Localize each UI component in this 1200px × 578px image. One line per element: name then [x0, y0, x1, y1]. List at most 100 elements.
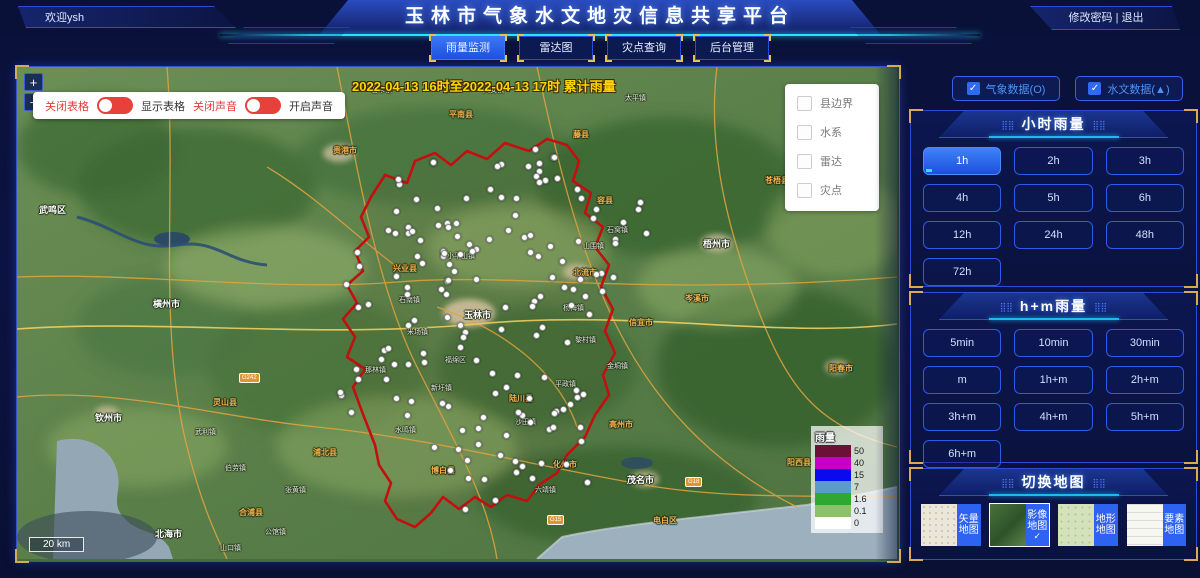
map-option-vector[interactable]: 矢量地图	[921, 504, 981, 546]
rain-station-dot[interactable]	[383, 376, 390, 383]
rain-station-dot[interactable]	[492, 497, 499, 504]
hm-button-m[interactable]: m	[923, 366, 1001, 394]
rain-station-dot[interactable]	[487, 186, 494, 193]
hourly-button-1h[interactable]: 1h	[923, 147, 1001, 175]
map-canvas[interactable]: 武鸣区横州市梧州市玉林市钦州市北海市茂名市罗定市贵港市平南县藤县苍梧县容县北流市…	[17, 67, 899, 561]
rain-station-dot[interactable]	[409, 228, 416, 235]
rain-station-dot[interactable]	[564, 339, 571, 346]
rain-station-dot[interactable]	[554, 175, 561, 182]
rain-station-dot[interactable]	[643, 230, 650, 237]
rain-station-dot[interactable]	[512, 458, 519, 465]
hourly-button-2h[interactable]: 2h	[1014, 147, 1092, 175]
map-option-feature[interactable]: 要素地图	[1127, 504, 1187, 546]
rain-station-dot[interactable]	[404, 412, 411, 419]
layer-checkbox-2[interactable]	[797, 154, 812, 169]
rain-station-dot[interactable]	[473, 357, 480, 364]
rain-station-dot[interactable]	[356, 263, 363, 270]
rain-station-dot[interactable]	[575, 238, 582, 245]
hm-button-4h+m[interactable]: 4h+m	[1014, 403, 1092, 431]
rain-station-dot[interactable]	[431, 444, 438, 451]
rain-station-dot[interactable]	[480, 414, 487, 421]
rain-station-dot[interactable]	[498, 326, 505, 333]
rain-station-dot[interactable]	[527, 249, 534, 256]
map-option-terrain[interactable]: 地形地图	[1058, 504, 1118, 546]
rain-station-dot[interactable]	[512, 212, 519, 219]
rain-station-dot[interactable]	[527, 419, 534, 426]
map-option-image[interactable]: 影像地图✓	[990, 504, 1050, 546]
hourly-button-48h[interactable]: 48h	[1106, 221, 1184, 249]
rain-station-dot[interactable]	[635, 206, 642, 213]
nav-tab-2[interactable]: 灾点查询	[607, 36, 681, 60]
rain-station-dot[interactable]	[354, 249, 361, 256]
rain-station-dot[interactable]	[541, 374, 548, 381]
rain-station-dot[interactable]	[599, 288, 606, 295]
rain-station-dot[interactable]	[536, 179, 543, 186]
rain-station-dot[interactable]	[355, 376, 362, 383]
hm-button-2h+m[interactable]: 2h+m	[1106, 366, 1184, 394]
rain-station-dot[interactable]	[580, 391, 587, 398]
layer-checkbox-3[interactable]	[797, 183, 812, 198]
rain-station-dot[interactable]	[405, 322, 412, 329]
hourly-button-4h[interactable]: 4h	[923, 184, 1001, 212]
hm-button-6h+m[interactable]: 6h+m	[923, 440, 1001, 468]
hourly-button-3h[interactable]: 3h	[1106, 147, 1184, 175]
nav-tab-1[interactable]: 雷达图	[519, 36, 593, 60]
rain-station-dot[interactable]	[475, 441, 482, 448]
data-type-button-0[interactable]: ✓气象数据(O)	[952, 76, 1060, 101]
rain-station-dot[interactable]	[539, 324, 546, 331]
rain-station-dot[interactable]	[453, 220, 460, 227]
toggle-switch-0[interactable]	[97, 97, 133, 114]
rain-station-dot[interactable]	[620, 219, 627, 226]
rain-station-dot[interactable]	[570, 286, 577, 293]
rain-station-dot[interactable]	[513, 469, 520, 476]
rain-station-dot[interactable]	[582, 293, 589, 300]
toggle-switch-1[interactable]	[245, 97, 281, 114]
nav-tab-3[interactable]: 后台管理	[695, 36, 769, 60]
rain-station-dot[interactable]	[414, 253, 421, 260]
rain-station-dot[interactable]	[519, 463, 526, 470]
hm-button-10min[interactable]: 10min	[1014, 329, 1092, 357]
rain-station-dot[interactable]	[481, 476, 488, 483]
hm-button-5h+m[interactable]: 5h+m	[1106, 403, 1184, 431]
hourly-button-24h[interactable]: 24h	[1014, 221, 1092, 249]
rain-station-dot[interactable]	[573, 387, 580, 394]
rain-station-dot[interactable]	[441, 250, 448, 257]
rain-station-dot[interactable]	[503, 384, 510, 391]
data-type-button-1[interactable]: ✓水文数据(▲)	[1075, 76, 1183, 101]
rain-station-dot[interactable]	[584, 479, 591, 486]
rain-station-dot[interactable]	[550, 424, 557, 431]
rain-station-dot[interactable]	[411, 317, 418, 324]
rain-station-dot[interactable]	[457, 344, 464, 351]
hm-button-30min[interactable]: 30min	[1106, 329, 1184, 357]
rain-station-dot[interactable]	[502, 304, 509, 311]
layer-checkbox-0[interactable]	[797, 96, 812, 111]
rain-station-dot[interactable]	[395, 176, 402, 183]
change-password-link[interactable]: 修改密码	[1069, 12, 1113, 24]
logout-link[interactable]: 退出	[1121, 12, 1143, 24]
hourly-button-6h[interactable]: 6h	[1106, 184, 1184, 212]
nav-tab-0[interactable]: 雨量监测	[431, 36, 505, 60]
rain-station-dot[interactable]	[469, 248, 476, 255]
rain-station-dot[interactable]	[378, 356, 385, 363]
rain-station-dot[interactable]	[343, 281, 350, 288]
rain-station-dot[interactable]	[447, 467, 454, 474]
rain-station-dot[interactable]	[593, 206, 600, 213]
rain-station-dot[interactable]	[551, 410, 558, 417]
rain-station-dot[interactable]	[404, 291, 411, 298]
layer-checkbox-1[interactable]	[797, 125, 812, 140]
rain-station-dot[interactable]	[538, 460, 545, 467]
rain-station-dot[interactable]	[514, 372, 521, 379]
rain-station-dot[interactable]	[489, 370, 496, 377]
rain-station-dot[interactable]	[578, 438, 585, 445]
rain-station-dot[interactable]	[578, 195, 585, 202]
hm-button-5min[interactable]: 5min	[923, 329, 1001, 357]
rain-station-dot[interactable]	[455, 446, 462, 453]
rain-station-dot[interactable]	[551, 154, 558, 161]
hourly-button-12h[interactable]: 12h	[923, 221, 1001, 249]
rain-station-dot[interactable]	[494, 163, 501, 170]
hourly-button-5h[interactable]: 5h	[1014, 184, 1092, 212]
rain-station-dot[interactable]	[612, 240, 619, 247]
hm-button-3h+m[interactable]: 3h+m	[923, 403, 1001, 431]
zoom-in-button[interactable]: +	[24, 73, 43, 91]
rain-station-dot[interactable]	[526, 395, 533, 402]
